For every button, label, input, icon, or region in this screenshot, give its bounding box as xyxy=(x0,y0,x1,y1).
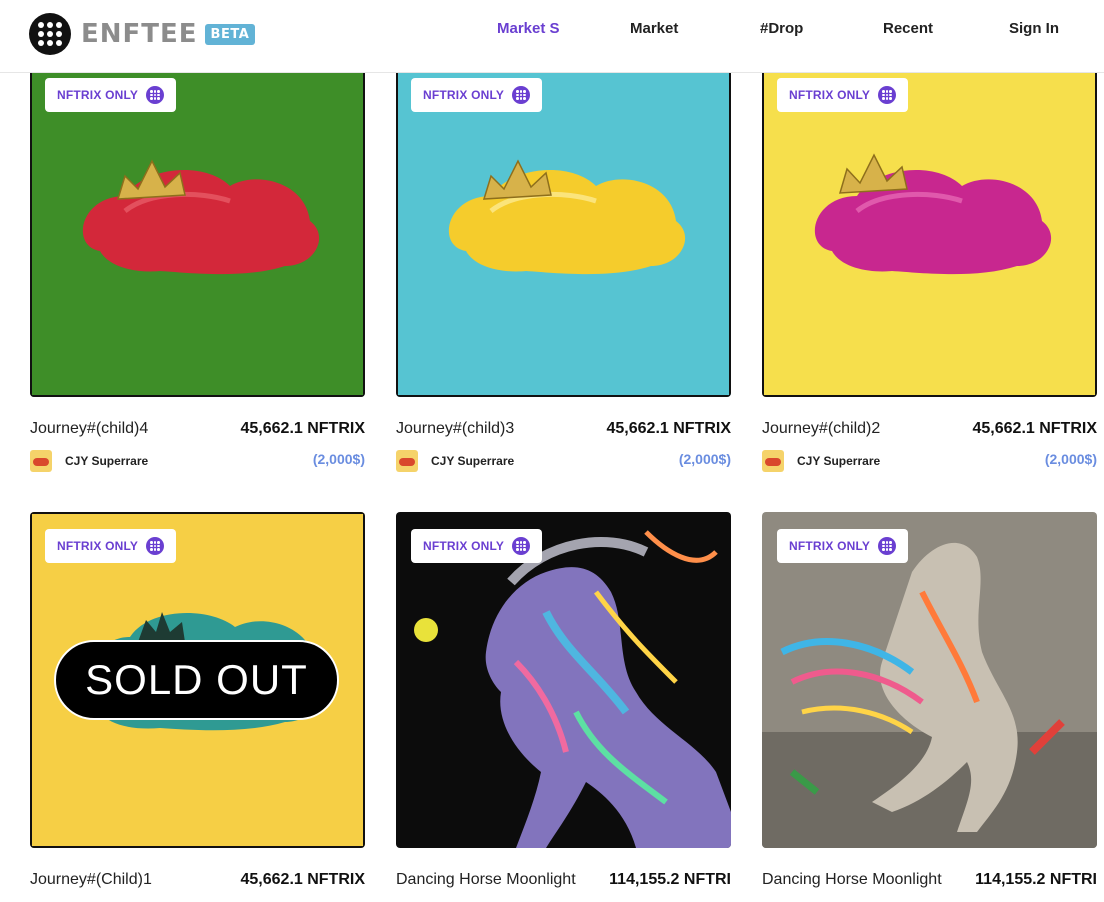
nft-artwork[interactable]: NFTRIX ONLY xyxy=(762,512,1097,848)
nft-price: 114,155.2 NFTRI xyxy=(975,871,1097,888)
nft-title[interactable]: Dancing Horse Moonlight xyxy=(396,871,576,889)
nft-card[interactable]: NFTRIX ONLY Dancing Horse Moonlight 114,… xyxy=(762,512,1097,902)
nft-card[interactable]: NFTRIX ONLY Journey#(child)4 45,662.1 NF… xyxy=(30,61,365,481)
nft-price: 45,662.1 NFTRIX xyxy=(240,871,366,888)
nft-title[interactable]: Journey#(child)3 xyxy=(396,420,514,438)
nftrix-only-badge: NFTRIX ONLY xyxy=(777,78,908,112)
nft-title[interactable]: Journey#(Child)1 xyxy=(30,871,152,889)
nft-card[interactable]: NFTRIX ONLY Dancing Horse Moonlight 114,… xyxy=(396,512,731,902)
badge-label: NFTRIX ONLY xyxy=(423,88,505,102)
sold-out-overlay: SOLD OUT xyxy=(54,640,339,720)
usd-price: (2,000$) xyxy=(678,451,731,467)
beta-badge: BETA xyxy=(204,23,256,45)
nft-price: 45,662.1 NFTRIX xyxy=(606,420,732,437)
nft-card[interactable]: NFTRIX ONLY Journey#(child)3 45,662.1 NF… xyxy=(396,61,731,481)
nav-market-s[interactable]: Market S xyxy=(497,20,560,42)
nftrix-token-icon xyxy=(146,86,164,104)
nav-market[interactable]: Market xyxy=(630,20,678,42)
badge-label: NFTRIX ONLY xyxy=(789,88,871,102)
nftrix-token-icon xyxy=(146,537,164,555)
nftrix-token-icon xyxy=(878,86,896,104)
nft-artwork[interactable]: NFTRIX ONLY SOLD OUT xyxy=(30,512,365,848)
nav-recent[interactable]: Recent xyxy=(883,20,933,42)
usd-price: (2,000$) xyxy=(1044,451,1097,467)
nftrix-only-badge: NFTRIX ONLY xyxy=(45,529,176,563)
nft-artwork[interactable]: NFTRIX ONLY xyxy=(762,61,1097,397)
badge-label: NFTRIX ONLY xyxy=(57,88,139,102)
nftrix-token-icon xyxy=(512,86,530,104)
nft-artwork[interactable]: NFTRIX ONLY xyxy=(396,61,731,397)
logo-mark-icon xyxy=(29,13,71,55)
nft-card[interactable]: NFTRIX ONLY SOLD OUT Journey#(Child)1 45… xyxy=(30,512,365,902)
creator-name: CJY Superrare xyxy=(797,454,881,468)
nft-artwork[interactable]: NFTRIX ONLY xyxy=(30,61,365,397)
badge-label: NFTRIX ONLY xyxy=(423,539,505,553)
nftrix-only-badge: NFTRIX ONLY xyxy=(411,529,542,563)
nftrix-only-badge: NFTRIX ONLY xyxy=(411,78,542,112)
badge-label: NFTRIX ONLY xyxy=(789,539,871,553)
nftrix-token-icon xyxy=(512,537,530,555)
logo-text: ENFTEE xyxy=(81,19,198,49)
nav-sign-in[interactable]: Sign In xyxy=(1009,20,1059,42)
creator[interactable]: CJY Superrare xyxy=(762,450,880,472)
creator-avatar xyxy=(762,450,784,472)
creator-name: CJY Superrare xyxy=(65,454,149,468)
creator-avatar xyxy=(30,450,52,472)
nft-title[interactable]: Journey#(child)4 xyxy=(30,420,148,438)
badge-label: NFTRIX ONLY xyxy=(57,539,139,553)
nft-price: 45,662.1 NFTRIX xyxy=(240,420,366,437)
nft-price: 114,155.2 NFTRI xyxy=(609,871,731,888)
nftrix-only-badge: NFTRIX ONLY xyxy=(777,529,908,563)
nft-price: 45,662.1 NFTRIX xyxy=(972,420,1098,437)
nftrix-only-badge: NFTRIX ONLY xyxy=(45,78,176,112)
top-navbar: ENFTEE BETA Market S Market #Drop Recent… xyxy=(0,0,1104,73)
usd-price: (2,000$) xyxy=(312,451,365,467)
nav-drop[interactable]: #Drop xyxy=(760,20,803,42)
creator[interactable]: CJY Superrare xyxy=(396,450,514,472)
nft-title[interactable]: Dancing Horse Moonlight xyxy=(762,871,942,889)
nft-card[interactable]: NFTRIX ONLY Journey#(child)2 45,662.1 NF… xyxy=(762,61,1097,481)
creator-avatar xyxy=(396,450,418,472)
nftrix-token-icon xyxy=(878,537,896,555)
creator[interactable]: CJY Superrare xyxy=(30,450,148,472)
enftee-logo[interactable]: ENFTEE BETA xyxy=(29,13,256,55)
nft-artwork[interactable]: NFTRIX ONLY xyxy=(396,512,731,848)
creator-name: CJY Superrare xyxy=(431,454,515,468)
nft-title[interactable]: Journey#(child)2 xyxy=(762,420,880,438)
